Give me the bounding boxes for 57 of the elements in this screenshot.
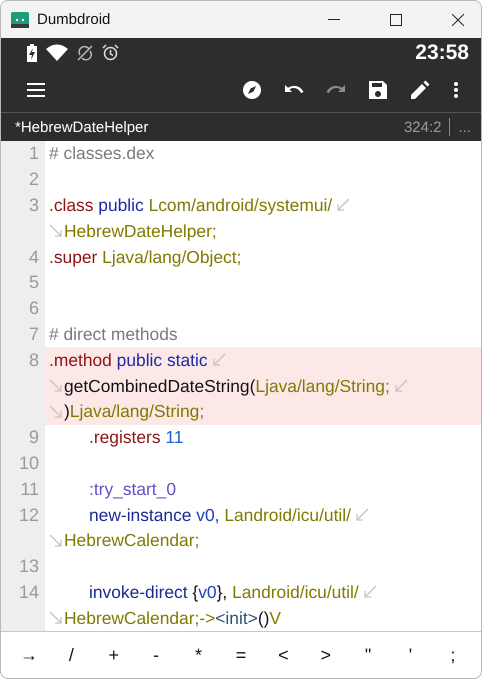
code-line: invoke-direct {v0}, Landroid/icu/util/ — [88, 582, 359, 603]
symbol-key[interactable]: → — [11, 635, 47, 675]
code-line: HebrewDateHelper; — [64, 220, 217, 242]
code-line: :try_start_0 — [88, 478, 176, 500]
line-number: 14 — [18, 580, 40, 604]
code-line: # direct methods — [49, 324, 178, 345]
code-line: HebrewCalendar; — [64, 530, 200, 552]
symbol-key[interactable]: / — [53, 635, 90, 675]
more-text[interactable]: ... — [458, 118, 471, 136]
file-tab-title[interactable]: *HebrewDateHelper — [15, 118, 404, 136]
code-line: .method public static — [49, 350, 208, 371]
pencil-icon — [410, 80, 430, 99]
save-icon — [369, 80, 387, 98]
code-line: new-instance v0, Landroid/icu/util/ — [88, 504, 351, 526]
symbol-key[interactable]: ' — [392, 635, 429, 675]
code-line: .registers 11 — [88, 427, 184, 448]
alarm-icon — [102, 44, 119, 61]
symbol-key[interactable]: < — [265, 635, 302, 675]
line-number: 9 — [28, 426, 40, 450]
code-line: getCombinedDateString(Ljava/lang/String; — [64, 376, 390, 397]
line-number: 1 — [28, 142, 40, 166]
maximize-icon — [390, 14, 402, 26]
code-line: # classes.dex — [49, 143, 154, 164]
line-number: 5 — [28, 271, 40, 294]
android-logo-icon — [11, 12, 29, 28]
code-line: )Ljava/lang/String; — [64, 401, 204, 422]
symbol-key[interactable]: * — [180, 635, 217, 675]
compass-icon — [242, 80, 262, 100]
code-line: HebrewCalendar;-><init>()V — [64, 608, 282, 629]
symbol-key[interactable]: " — [350, 635, 386, 675]
line-number: 10 — [18, 452, 40, 475]
line-number: 8 — [28, 348, 40, 372]
window-title: Dumbdroid — [37, 11, 112, 28]
line-number: 4 — [28, 246, 40, 269]
line-number: 12 — [18, 504, 40, 527]
line-number: 2 — [28, 168, 40, 192]
line-number: 3 — [28, 194, 40, 217]
close-icon — [452, 14, 464, 26]
symbol-key[interactable]: = — [222, 635, 259, 675]
sync-off-icon — [77, 44, 93, 60]
line-number: 7 — [28, 322, 40, 346]
menu-icon — [27, 82, 45, 96]
more-icon — [454, 82, 458, 98]
line-number: 13 — [18, 555, 40, 578]
symbol-key[interactable]: ; — [434, 635, 471, 675]
symbol-key[interactable]: > — [308, 635, 344, 675]
code-line: .super Ljava/lang/Object; — [49, 246, 242, 268]
code-line: .class public Lcom/android/systemui/ — [49, 194, 332, 216]
line-number: 11 — [19, 478, 40, 501]
battery-charging-icon — [27, 44, 37, 62]
symbol-key[interactable]: - — [138, 635, 174, 675]
minimize-icon — [328, 18, 340, 20]
line-number: 6 — [28, 297, 40, 320]
wifi-icon — [46, 44, 68, 61]
cursor-position: 324:2 — [404, 118, 442, 136]
symbol-key[interactable]: + — [96, 635, 132, 675]
status-time: 23:58 — [415, 40, 469, 64]
